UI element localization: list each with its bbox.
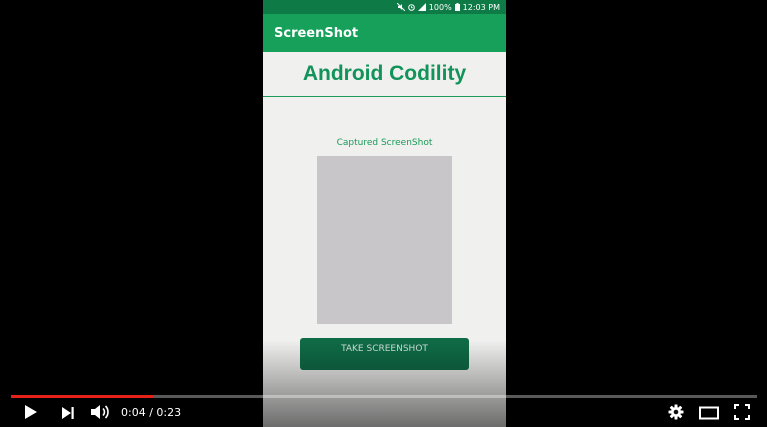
battery-icon — [454, 3, 460, 11]
theater-mode-button[interactable] — [698, 404, 720, 424]
volume-button[interactable] — [89, 404, 111, 424]
preview-caption: Captured ScreenShot — [336, 138, 433, 148]
status-time: 12:03 PM — [462, 2, 500, 12]
next-icon — [61, 405, 75, 424]
mute-icon — [396, 3, 405, 11]
phone-screen: 100% 12:03 PM ScreenShot Android Codilit… — [263, 0, 506, 427]
current-time: 0:04 — [121, 406, 146, 419]
play-button[interactable] — [20, 404, 42, 424]
app-bar: ScreenShot — [263, 14, 506, 52]
time-display: 0:04 / 0:23 — [121, 406, 181, 419]
heading-divider — [263, 96, 506, 97]
progress-played — [11, 395, 153, 398]
next-button[interactable] — [58, 404, 78, 424]
settings-button[interactable] — [666, 404, 686, 424]
take-screenshot-button[interactable]: TAKE SCREENSHOT — [300, 338, 469, 370]
page-heading: Android Codility — [302, 62, 467, 85]
play-icon — [24, 404, 38, 424]
status-bar: 100% 12:03 PM — [263, 0, 506, 14]
duration: 0:23 — [156, 406, 182, 419]
volume-icon — [90, 404, 110, 424]
time-separator: / — [145, 406, 157, 419]
battery-level: 100% — [428, 2, 452, 12]
fullscreen-icon — [734, 404, 750, 424]
alarm-icon — [407, 3, 415, 11]
main-content: Android Codility Captured ScreenShot — [263, 52, 506, 427]
signal-icon — [417, 3, 426, 11]
screenshot-preview — [317, 156, 452, 324]
fullscreen-button[interactable] — [732, 404, 752, 424]
app-title: ScreenShot — [274, 25, 359, 41]
theater-icon — [699, 405, 719, 424]
settings-icon — [668, 404, 684, 424]
progress-bar[interactable] — [11, 395, 757, 398]
player-controls: 0:04 / 0:23 — [0, 400, 767, 427]
